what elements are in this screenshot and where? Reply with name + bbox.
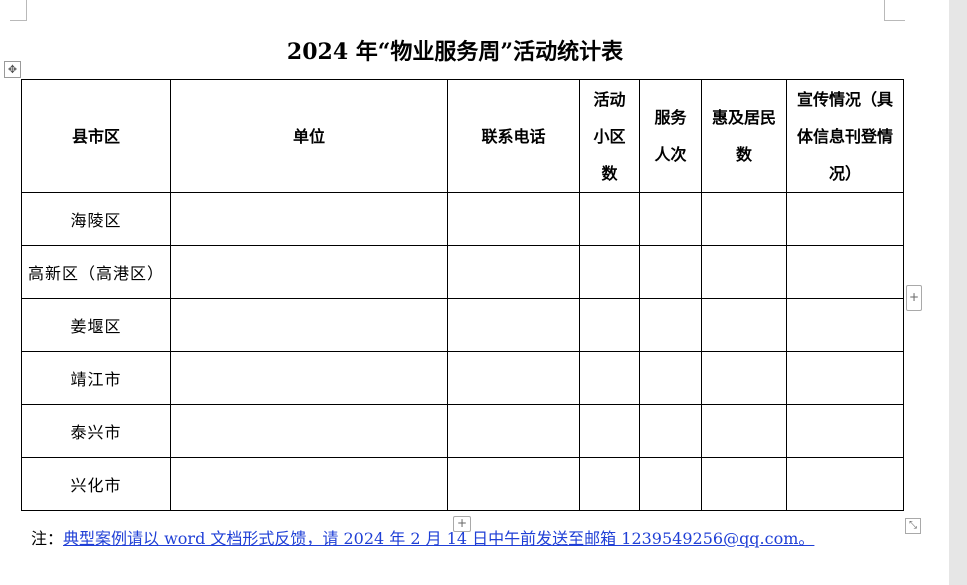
footnote-link[interactable]: 典型案例请以 word 文档形式反馈，请 2024 年 2 月 14 日中午前发… bbox=[63, 529, 814, 548]
cell-residents-benefited[interactable] bbox=[701, 192, 787, 246]
cell-district[interactable]: 靖江市 bbox=[21, 351, 171, 405]
cell-residents-benefited[interactable] bbox=[701, 404, 787, 458]
cell-phone[interactable] bbox=[447, 351, 580, 405]
cell-phone[interactable] bbox=[447, 298, 580, 352]
cell-phone[interactable] bbox=[447, 404, 580, 458]
header-publicity: 宣传情况（具体信息刊登情况） bbox=[786, 79, 904, 193]
cell-residents-benefited[interactable] bbox=[701, 245, 787, 299]
cell-publicity[interactable] bbox=[786, 245, 904, 299]
cell-community-count[interactable] bbox=[579, 457, 640, 511]
crop-mark-right bbox=[884, 0, 905, 21]
cell-residents-benefited[interactable] bbox=[701, 298, 787, 352]
table-row: 靖江市 bbox=[21, 351, 904, 405]
cell-unit[interactable] bbox=[170, 351, 448, 405]
cell-service-count[interactable] bbox=[639, 192, 702, 246]
cell-unit[interactable] bbox=[170, 192, 448, 246]
page-margin-strip bbox=[949, 0, 967, 585]
table-header-row: 县市区 单位 联系电话 活动小区数 服务人次 惠及居民数 宣传情况（具体信息刊登… bbox=[21, 79, 904, 193]
table-row: 姜堰区 bbox=[21, 298, 904, 352]
cell-residents-benefited[interactable] bbox=[701, 351, 787, 405]
add-row-icon[interactable]: + bbox=[453, 516, 471, 532]
document-title: 2024 年“物业服务周”活动统计表 bbox=[286, 39, 624, 65]
cell-unit[interactable] bbox=[170, 404, 448, 458]
cell-phone[interactable] bbox=[447, 192, 580, 246]
header-phone: 联系电话 bbox=[447, 79, 580, 193]
cell-district[interactable]: 海陵区 bbox=[21, 192, 171, 246]
header-service-count: 服务人次 bbox=[639, 79, 702, 193]
header-district: 县市区 bbox=[21, 79, 171, 193]
cell-service-count[interactable] bbox=[639, 245, 702, 299]
table-move-handle-icon[interactable]: ✥ bbox=[4, 61, 21, 78]
cell-community-count[interactable] bbox=[579, 298, 640, 352]
cell-district[interactable]: 泰兴市 bbox=[21, 404, 171, 458]
cell-service-count[interactable] bbox=[639, 457, 702, 511]
table-resize-icon[interactable]: ⤡ bbox=[905, 518, 921, 534]
cell-publicity[interactable] bbox=[786, 457, 904, 511]
table-row: 高新区（高港区） bbox=[21, 245, 904, 299]
cell-phone[interactable] bbox=[447, 457, 580, 511]
cell-community-count[interactable] bbox=[579, 192, 640, 246]
header-community-count: 活动小区数 bbox=[579, 79, 640, 193]
footnote-label: 注： bbox=[31, 529, 64, 548]
cell-unit[interactable] bbox=[170, 245, 448, 299]
table-row: 泰兴市 bbox=[21, 404, 904, 458]
cell-publicity[interactable] bbox=[786, 404, 904, 458]
cell-community-count[interactable] bbox=[579, 351, 640, 405]
table-row: 兴化市 bbox=[21, 457, 904, 511]
cell-publicity[interactable] bbox=[786, 351, 904, 405]
statistics-table: 县市区 单位 联系电话 活动小区数 服务人次 惠及居民数 宣传情况（具体信息刊登… bbox=[21, 79, 904, 511]
cell-residents-benefited[interactable] bbox=[701, 457, 787, 511]
cell-district[interactable]: 兴化市 bbox=[21, 457, 171, 511]
table-row: 海陵区 bbox=[21, 192, 904, 246]
cell-service-count[interactable] bbox=[639, 351, 702, 405]
cell-unit[interactable] bbox=[170, 298, 448, 352]
cell-community-count[interactable] bbox=[579, 404, 640, 458]
header-residents-benefited: 惠及居民数 bbox=[701, 79, 787, 193]
cell-district[interactable]: 高新区（高港区） bbox=[21, 245, 171, 299]
add-column-icon[interactable]: + bbox=[906, 285, 922, 311]
cell-service-count[interactable] bbox=[639, 298, 702, 352]
header-unit: 单位 bbox=[170, 79, 448, 193]
cell-phone[interactable] bbox=[447, 245, 580, 299]
cell-publicity[interactable] bbox=[786, 192, 904, 246]
crop-mark-left bbox=[10, 0, 27, 21]
cell-unit[interactable] bbox=[170, 457, 448, 511]
cell-publicity[interactable] bbox=[786, 298, 904, 352]
cell-district[interactable]: 姜堰区 bbox=[21, 298, 171, 352]
footnote: 注：典型案例请以 word 文档形式反馈，请 2024 年 2 月 14 日中午… bbox=[31, 525, 814, 549]
cell-service-count[interactable] bbox=[639, 404, 702, 458]
cell-community-count[interactable] bbox=[579, 245, 640, 299]
